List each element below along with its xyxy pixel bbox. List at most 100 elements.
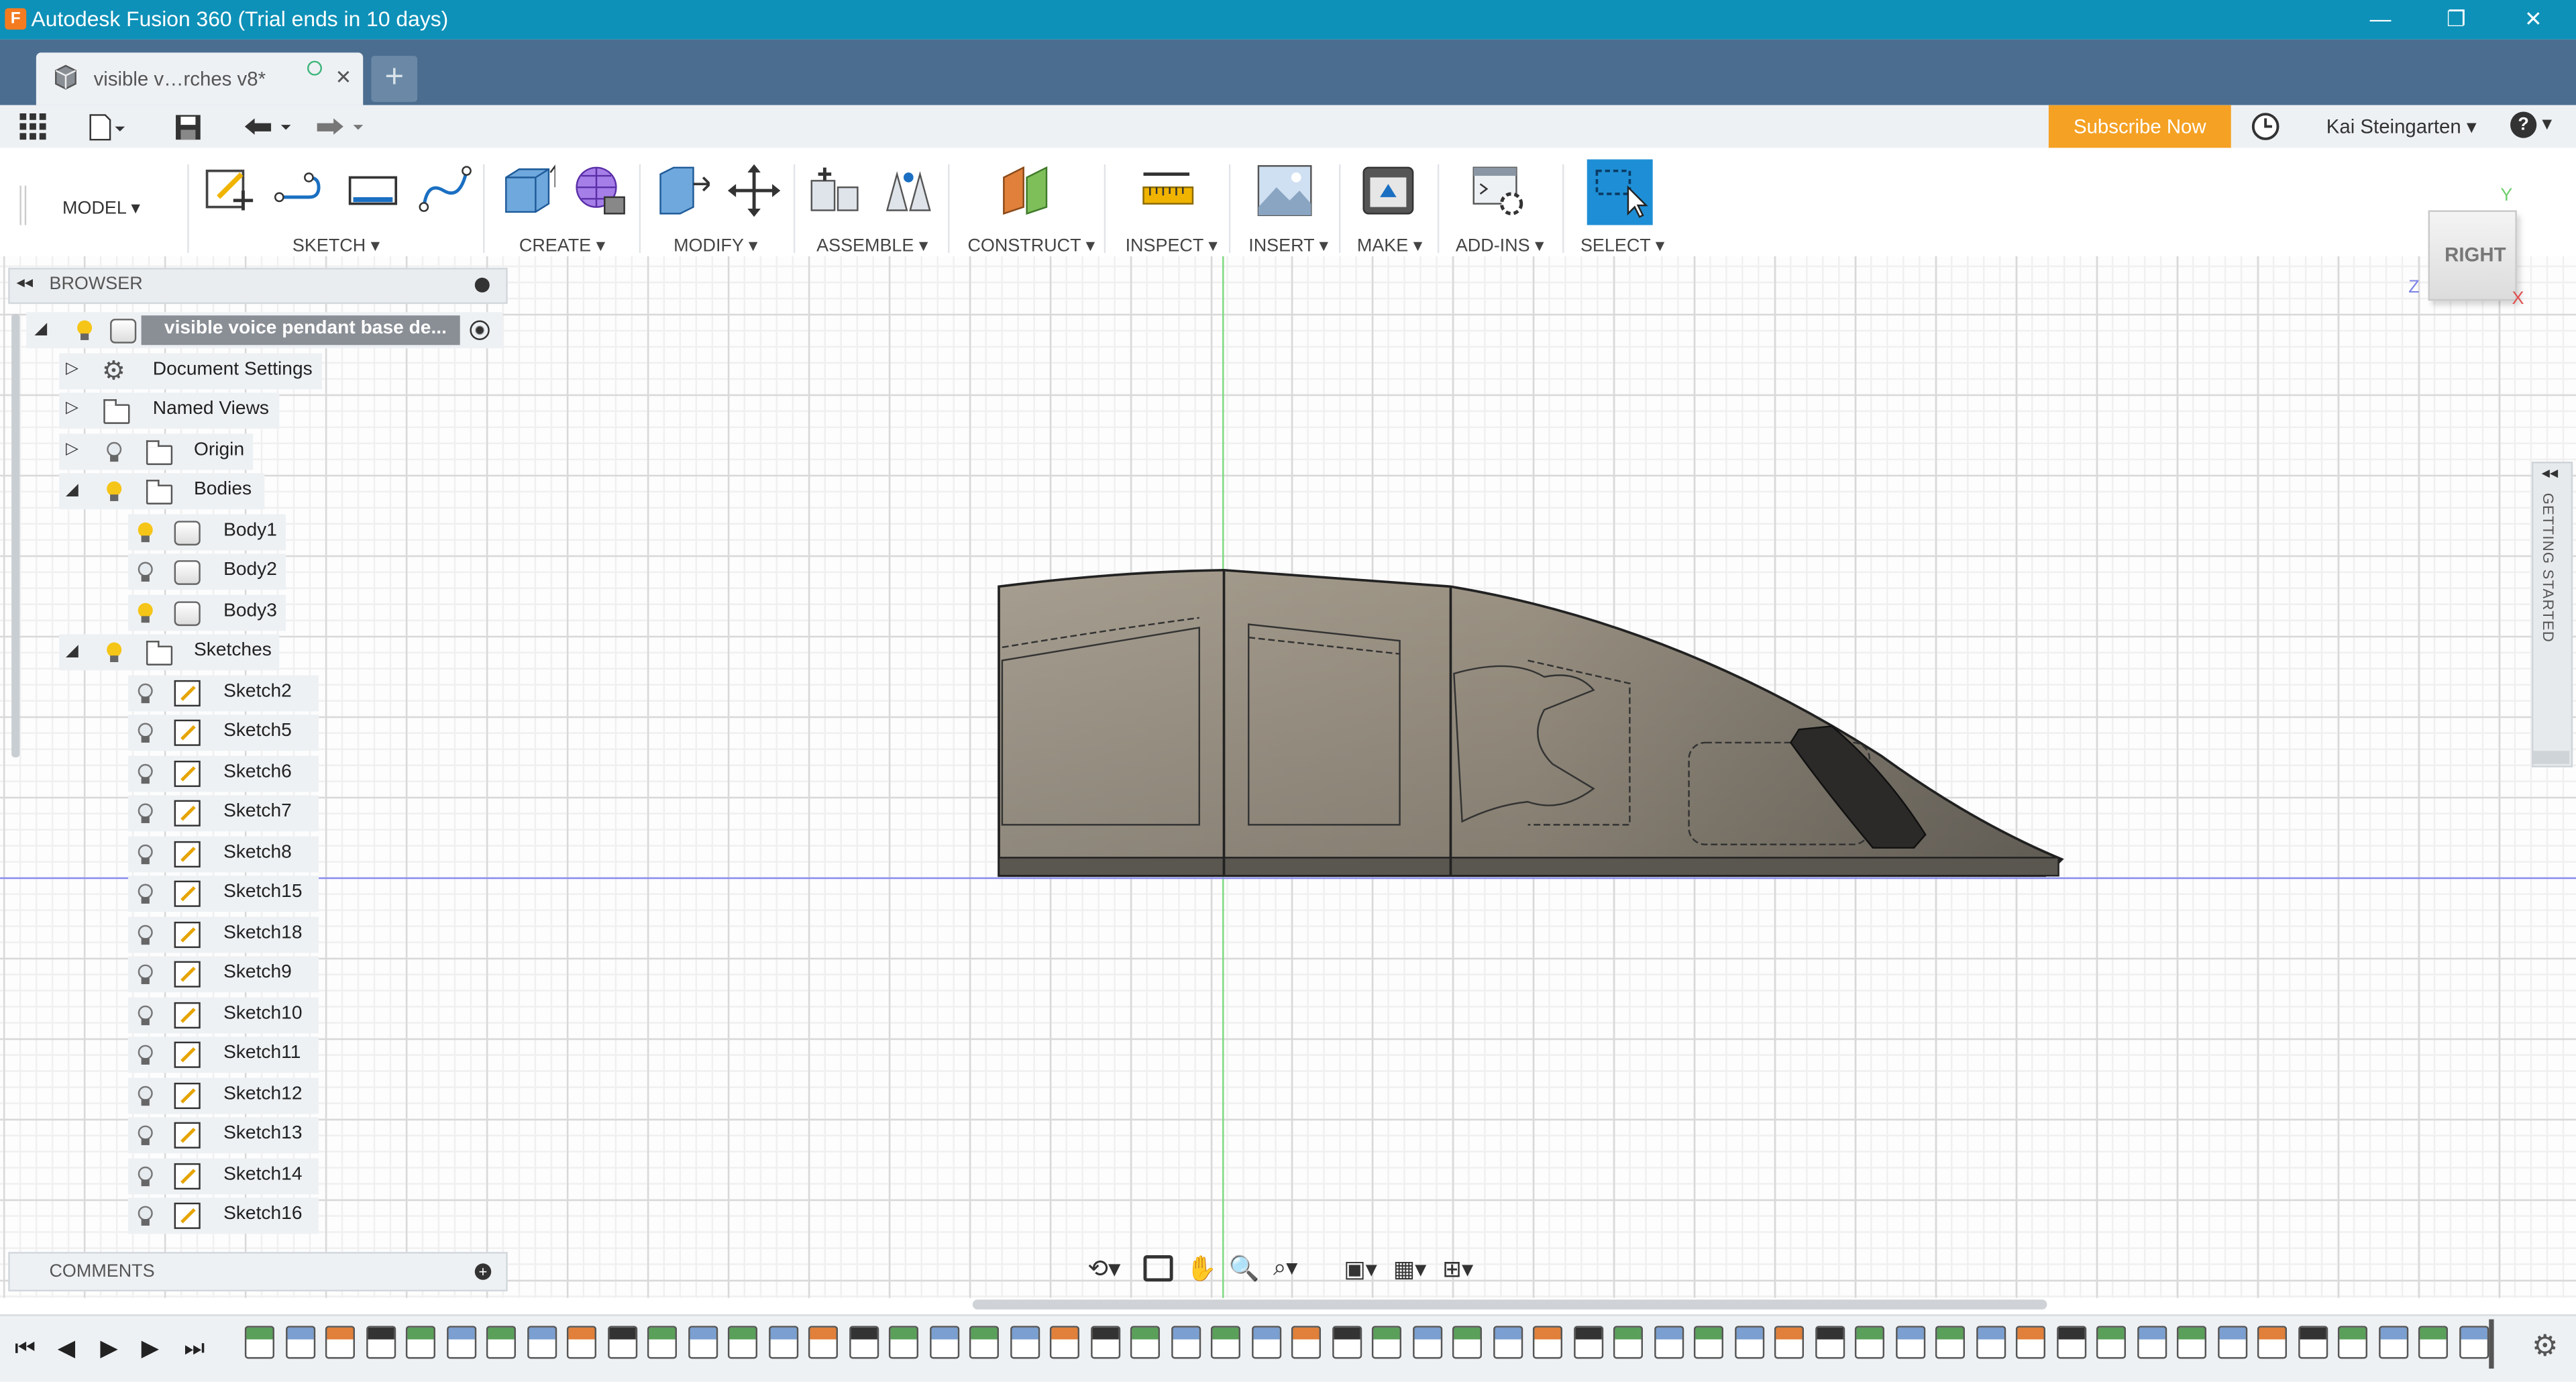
expand-triangle-icon[interactable]: ▷: [66, 399, 82, 419]
minimize-button[interactable]: —: [2343, 0, 2418, 40]
timeline-feature-icon[interactable]: [2458, 1326, 2489, 1359]
timeline-feature-icon[interactable]: [1170, 1326, 1200, 1359]
timeline-feature-icon[interactable]: [1130, 1326, 1160, 1359]
make-menu[interactable]: MAKE ▾: [1357, 235, 1422, 256]
select-tool-button[interactable]: [1587, 159, 1653, 225]
timeline-feature-icon[interactable]: [1210, 1326, 1240, 1359]
timeline-feature-icon[interactable]: [365, 1326, 395, 1359]
inspect-menu[interactable]: INSPECT ▾: [1126, 235, 1218, 256]
browser-row-body[interactable]: Body2: [128, 553, 286, 590]
timeline-feature-icon[interactable]: [1291, 1326, 1321, 1359]
visibility-bulb-icon[interactable]: [138, 723, 153, 743]
visibility-bulb-icon[interactable]: [107, 481, 122, 501]
viewport-scroll-thumb[interactable]: [2531, 751, 2570, 764]
browser-row-sketch[interactable]: Sketch15: [128, 875, 319, 912]
activate-radio-icon[interactable]: [470, 320, 490, 340]
visibility-bulb-icon[interactable]: [138, 803, 153, 823]
document-tab[interactable]: visible v…rches v8* ✕: [36, 52, 364, 105]
timeline-feature-icon[interactable]: [445, 1326, 476, 1359]
timeline-feature-icon[interactable]: [486, 1326, 516, 1359]
move-copy-icon[interactable]: [726, 164, 782, 217]
timeline-feature-icon[interactable]: [2136, 1326, 2167, 1359]
insert-menu[interactable]: INSERT ▾: [1248, 235, 1328, 256]
new-component-icon[interactable]: [808, 164, 864, 217]
timeline-feature-icon[interactable]: [888, 1326, 918, 1359]
step-back-icon[interactable]: ◀: [58, 1334, 75, 1363]
visibility-bulb-icon[interactable]: [77, 320, 93, 340]
browser-row-sketch[interactable]: Sketch18: [128, 916, 319, 953]
browser-header[interactable]: ◂◂ BROWSER: [8, 268, 508, 305]
step-forward-icon[interactable]: ▶: [142, 1334, 159, 1363]
timeline-marker[interactable]: [2489, 1319, 2494, 1369]
timeline-feature-icon[interactable]: [1250, 1326, 1281, 1359]
browser-row-sketches[interactable]: ◢ Sketches: [59, 634, 280, 671]
browser-row-sketch[interactable]: Sketch5: [128, 714, 319, 751]
browser-row-sketch[interactable]: Sketch14: [128, 1158, 319, 1195]
select-menu[interactable]: SELECT ▾: [1580, 235, 1664, 256]
visibility-bulb-icon[interactable]: [138, 924, 153, 945]
redo-icon[interactable]: [314, 115, 366, 140]
browser-row-sketch[interactable]: Sketch9: [128, 956, 319, 993]
browser-row-sketch[interactable]: Sketch6: [128, 755, 319, 792]
orbit-icon[interactable]: ⟲▾: [1087, 1254, 1120, 1283]
rectangle-tool-icon[interactable]: [345, 164, 400, 217]
joint-icon[interactable]: [881, 164, 936, 217]
timeline-feature-icon[interactable]: [405, 1326, 435, 1359]
spline-tool-icon[interactable]: [417, 164, 473, 217]
timeline-feature-icon[interactable]: [2418, 1326, 2449, 1359]
timeline-feature-icon[interactable]: [1049, 1326, 1079, 1359]
browser-row-named-views[interactable]: ▷ Named Views: [59, 392, 280, 429]
visibility-bulb-icon[interactable]: [107, 642, 122, 662]
browser-row-sketch[interactable]: Sketch7: [128, 795, 319, 832]
viewports-icon[interactable]: ⊞▾: [1442, 1255, 1473, 1283]
workspace-switcher[interactable]: MODEL ▾: [23, 164, 180, 250]
browser-row-body[interactable]: Body3: [128, 594, 286, 631]
subscribe-now-button[interactable]: Subscribe Now: [2048, 105, 2231, 148]
press-pull-icon[interactable]: [654, 164, 710, 217]
go-to-start-icon[interactable]: ⏮: [15, 1334, 36, 1363]
timeline-feature-icon[interactable]: [2377, 1326, 2408, 1359]
browser-minimize-icon[interactable]: [474, 277, 490, 293]
timeline-feature-icon[interactable]: [2015, 1326, 2046, 1359]
timeline-feature-icon[interactable]: [1814, 1326, 1845, 1359]
create-form-icon[interactable]: [572, 164, 627, 217]
go-to-end-icon[interactable]: ⏭: [184, 1334, 205, 1363]
timeline-feature-icon[interactable]: [1532, 1326, 1562, 1359]
timeline-feature-icon[interactable]: [1089, 1326, 1120, 1359]
browser-row-sketch[interactable]: Sketch2: [128, 675, 319, 712]
close-tab-icon[interactable]: ✕: [335, 66, 352, 89]
grid-settings-icon[interactable]: ▦▾: [1393, 1255, 1427, 1283]
timeline-feature-icon[interactable]: [2337, 1326, 2368, 1359]
visibility-bulb-icon[interactable]: [138, 1206, 153, 1226]
timeline-settings-gear-icon[interactable]: ⚙: [2532, 1329, 2559, 1363]
timeline-feature-icon[interactable]: [1371, 1326, 1401, 1359]
timeline-feature-icon[interactable]: [526, 1326, 556, 1359]
timeline-feature-icon[interactable]: [1009, 1326, 1039, 1359]
browser-row-document-settings[interactable]: ▷ ⚙ Document Settings: [59, 353, 323, 390]
timeline-feature-icon[interactable]: [848, 1326, 878, 1359]
timeline-feature-icon[interactable]: [2176, 1326, 2207, 1359]
timeline-feature-icon[interactable]: [928, 1326, 959, 1359]
browser-root-row[interactable]: ◢ visible voice pendant base de...: [26, 312, 503, 349]
insert-image-icon[interactable]: [1256, 164, 1312, 217]
undo-icon[interactable]: [241, 115, 294, 140]
browser-row-sketch[interactable]: Sketch16: [128, 1198, 319, 1234]
browser-row-sketch[interactable]: Sketch8: [128, 836, 319, 873]
visibility-bulb-icon[interactable]: [138, 562, 153, 582]
browser-row-origin[interactable]: ▷ Origin: [59, 433, 254, 470]
browser-row-sketch[interactable]: Sketch10: [128, 997, 319, 1034]
timeline-feature-icon[interactable]: [1774, 1326, 1805, 1359]
collapse-triangle-icon[interactable]: ◢: [66, 643, 82, 662]
timeline-feature-icon[interactable]: [606, 1326, 637, 1359]
offset-plane-icon[interactable]: [999, 164, 1055, 217]
timeline-scrollbar[interactable]: [972, 1299, 2047, 1310]
look-at-icon[interactable]: [1143, 1255, 1173, 1282]
timeline-feature-icon[interactable]: [687, 1326, 717, 1359]
3d-print-icon[interactable]: [1360, 164, 1416, 217]
browser-row-sketch[interactable]: Sketch11: [128, 1036, 319, 1073]
timeline-feature-icon[interactable]: [1854, 1326, 1885, 1359]
sketch-menu[interactable]: SKETCH ▾: [292, 235, 380, 256]
getting-started-panel[interactable]: ◂◂ GETTING STARTED: [2531, 462, 2573, 767]
modify-menu[interactable]: MODIFY ▾: [674, 235, 757, 256]
timeline-feature-icon[interactable]: [727, 1326, 757, 1359]
